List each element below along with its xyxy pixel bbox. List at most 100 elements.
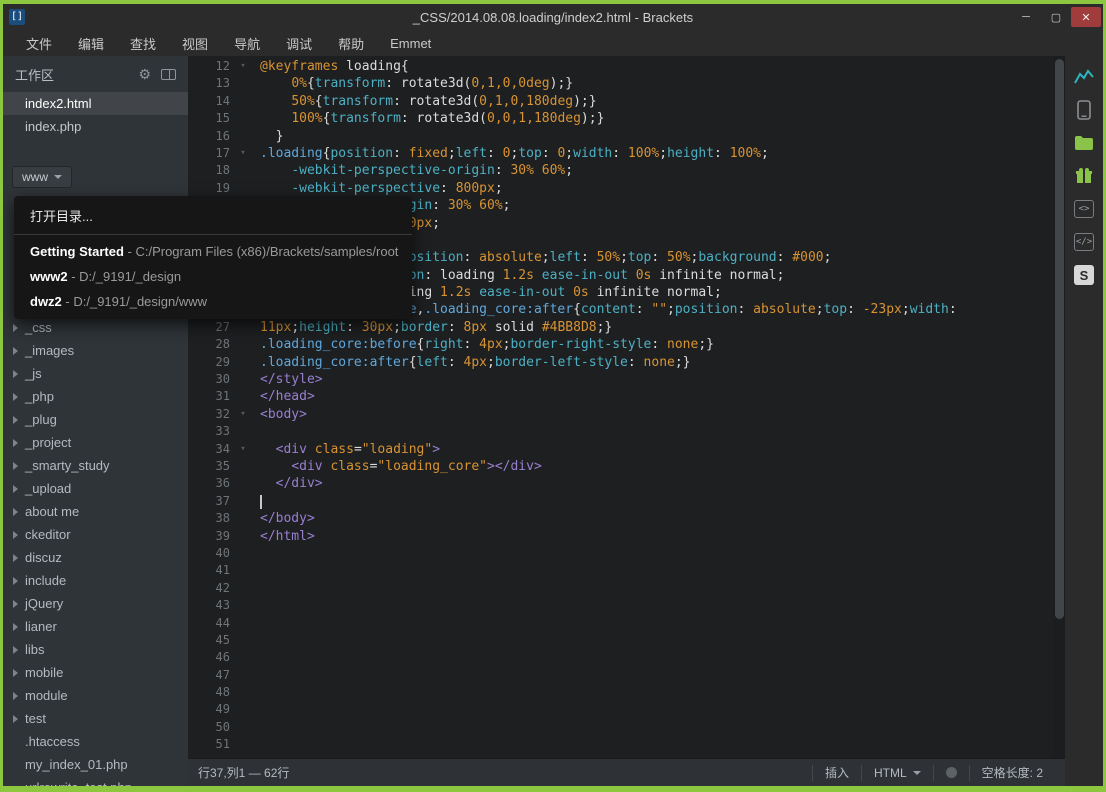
code-line[interactable]: 28.loading_core:before{right: 4px;border… [188,336,1065,353]
code-line[interactable]: 42 [188,580,1065,597]
code-line[interactable]: 51 [188,736,1065,753]
tree-item[interactable]: include [3,569,188,592]
code-text[interactable]: </head> [250,388,1065,405]
code-line[interactable]: 48 [188,684,1065,701]
tree-item[interactable]: _project [3,431,188,454]
tree-item[interactable]: discuz [3,546,188,569]
code-text[interactable]: .loading{position: fixed;left: 0;top: 0;… [250,145,1065,162]
tree-item[interactable]: .htaccess [3,730,188,753]
code-line[interactable]: 44 [188,615,1065,632]
code-line[interactable]: 43 [188,597,1065,614]
code-text[interactable]: -webkit-perspective-origin: 30% 60%; [250,162,1065,179]
lint-status-cell[interactable] [933,765,969,781]
code-line[interactable]: 37 [188,493,1065,510]
code-line[interactable]: 33 [188,423,1065,440]
mobile-preview-icon[interactable] [1073,99,1095,121]
minimize-button[interactable]: ─ [1011,7,1041,27]
tree-item[interactable]: _php [3,385,188,408]
code-text[interactable] [250,667,1065,684]
code-line[interactable]: 38</body> [188,510,1065,527]
code-text[interactable] [250,615,1065,632]
code-closetag-icon[interactable]: </> [1073,231,1095,253]
code-text[interactable]: <div class="loading"> [250,441,1065,458]
code-text[interactable]: } [250,128,1065,145]
code-line[interactable]: 2711px;height: 30px;border: 8px solid #4… [188,319,1065,336]
code-text[interactable]: 0%{transform: rotate3d(0,1,0,0deg);} [250,75,1065,92]
code-text[interactable]: </html> [250,528,1065,545]
menu-item[interactable]: Emmet [377,30,444,56]
code-text[interactable] [250,701,1065,718]
code-line[interactable]: 19 -webkit-perspective: 800px; [188,180,1065,197]
code-line[interactable]: 50 [188,719,1065,736]
code-line[interactable]: 30</style> [188,371,1065,388]
tree-item[interactable]: _plug [3,408,188,431]
working-file[interactable]: index.php [3,115,188,138]
code-text[interactable]: 100%{transform: rotate3d(0,0,1,180deg);} [250,110,1065,127]
code-text[interactable] [250,493,1065,510]
code-line[interactable]: 39</html> [188,528,1065,545]
recent-project-item[interactable]: dwz2 - D:/_9191/_design/www [14,289,412,314]
project-dropdown-button[interactable]: www [12,166,72,188]
tree-item[interactable]: _css [3,316,188,339]
code-line[interactable]: 32▾<body> [188,406,1065,423]
tree-item[interactable]: lianer [3,615,188,638]
working-file[interactable]: index2.html [3,92,188,115]
tree-item[interactable]: module [3,684,188,707]
code-line[interactable]: 31</head> [188,388,1065,405]
tree-item[interactable]: libs [3,638,188,661]
tree-item[interactable]: _smarty_study [3,454,188,477]
tree-item[interactable]: test [3,707,188,730]
code-line[interactable]: 18 -webkit-perspective-origin: 30% 60%; [188,162,1065,179]
sass-icon[interactable]: S [1073,264,1095,286]
code-text[interactable] [250,649,1065,666]
code-editor[interactable]: 12▾@keyframes loading{13 0%{transform: r… [188,56,1065,758]
code-text[interactable]: <div class="loading_core"></div> [250,458,1065,475]
insert-mode-indicator[interactable]: 插入 [812,765,861,781]
tree-item[interactable]: urlrewrite_test.php [3,776,188,786]
tree-item[interactable]: _images [3,339,188,362]
menu-item[interactable]: 编辑 [65,30,117,56]
code-text[interactable]: </style> [250,371,1065,388]
code-text[interactable]: <body> [250,406,1065,423]
gear-icon[interactable]: ⚙ [138,67,151,81]
menu-item[interactable]: 视图 [169,30,221,56]
code-text[interactable]: -webkit-perspective: 800px; [250,180,1065,197]
code-tag-icon[interactable]: <> [1073,198,1095,220]
scrollbar-thumb[interactable] [1055,59,1064,619]
code-line[interactable]: 41 [188,562,1065,579]
close-button[interactable]: ✕ [1071,7,1101,27]
code-line[interactable]: 12▾@keyframes loading{ [188,58,1065,75]
recent-project-item[interactable]: www2 - D:/_9191/_design [14,264,412,289]
code-text[interactable]: </div> [250,475,1065,492]
code-line[interactable]: 29.loading_core:after{left: 4px;border-l… [188,354,1065,371]
fold-arrow-icon[interactable]: ▾ [236,145,250,162]
code-text[interactable]: 11px;height: 30px;border: 8px solid #4BB… [250,319,1065,336]
code-line[interactable]: 16 } [188,128,1065,145]
tree-item[interactable]: ckeditor [3,523,188,546]
extension-manager-icon[interactable] [1073,165,1095,187]
scrollbar[interactable] [1053,56,1065,758]
code-line[interactable]: 13 0%{transform: rotate3d(0,1,0,0deg);} [188,75,1065,92]
maximize-button[interactable]: ▢ [1041,7,1071,27]
fold-arrow-icon[interactable]: ▾ [236,441,250,458]
code-text[interactable] [250,684,1065,701]
code-line[interactable]: 46 [188,649,1065,666]
health-chart-icon[interactable] [1073,66,1095,88]
code-text[interactable] [250,580,1065,597]
code-line[interactable]: 45 [188,632,1065,649]
tree-item[interactable]: mobile [3,661,188,684]
fold-arrow-icon[interactable]: ▾ [236,406,250,423]
code-line[interactable]: 49 [188,701,1065,718]
recent-project-item[interactable]: Getting Started - C:/Program Files (x86)… [14,239,412,264]
code-line[interactable]: 36 </div> [188,475,1065,492]
code-text[interactable] [250,562,1065,579]
tree-item[interactable]: about me [3,500,188,523]
menu-item[interactable]: 导航 [221,30,273,56]
code-text[interactable]: </body> [250,510,1065,527]
code-line[interactable]: 17▾.loading{position: fixed;left: 0;top:… [188,145,1065,162]
project-folder-icon[interactable] [1073,132,1095,154]
code-text[interactable]: @keyframes loading{ [250,58,1065,75]
code-text[interactable]: .loading_core:after{left: 4px;border-lef… [250,354,1065,371]
code-line[interactable]: 47 [188,667,1065,684]
language-mode-dropdown[interactable]: HTML [861,765,933,781]
